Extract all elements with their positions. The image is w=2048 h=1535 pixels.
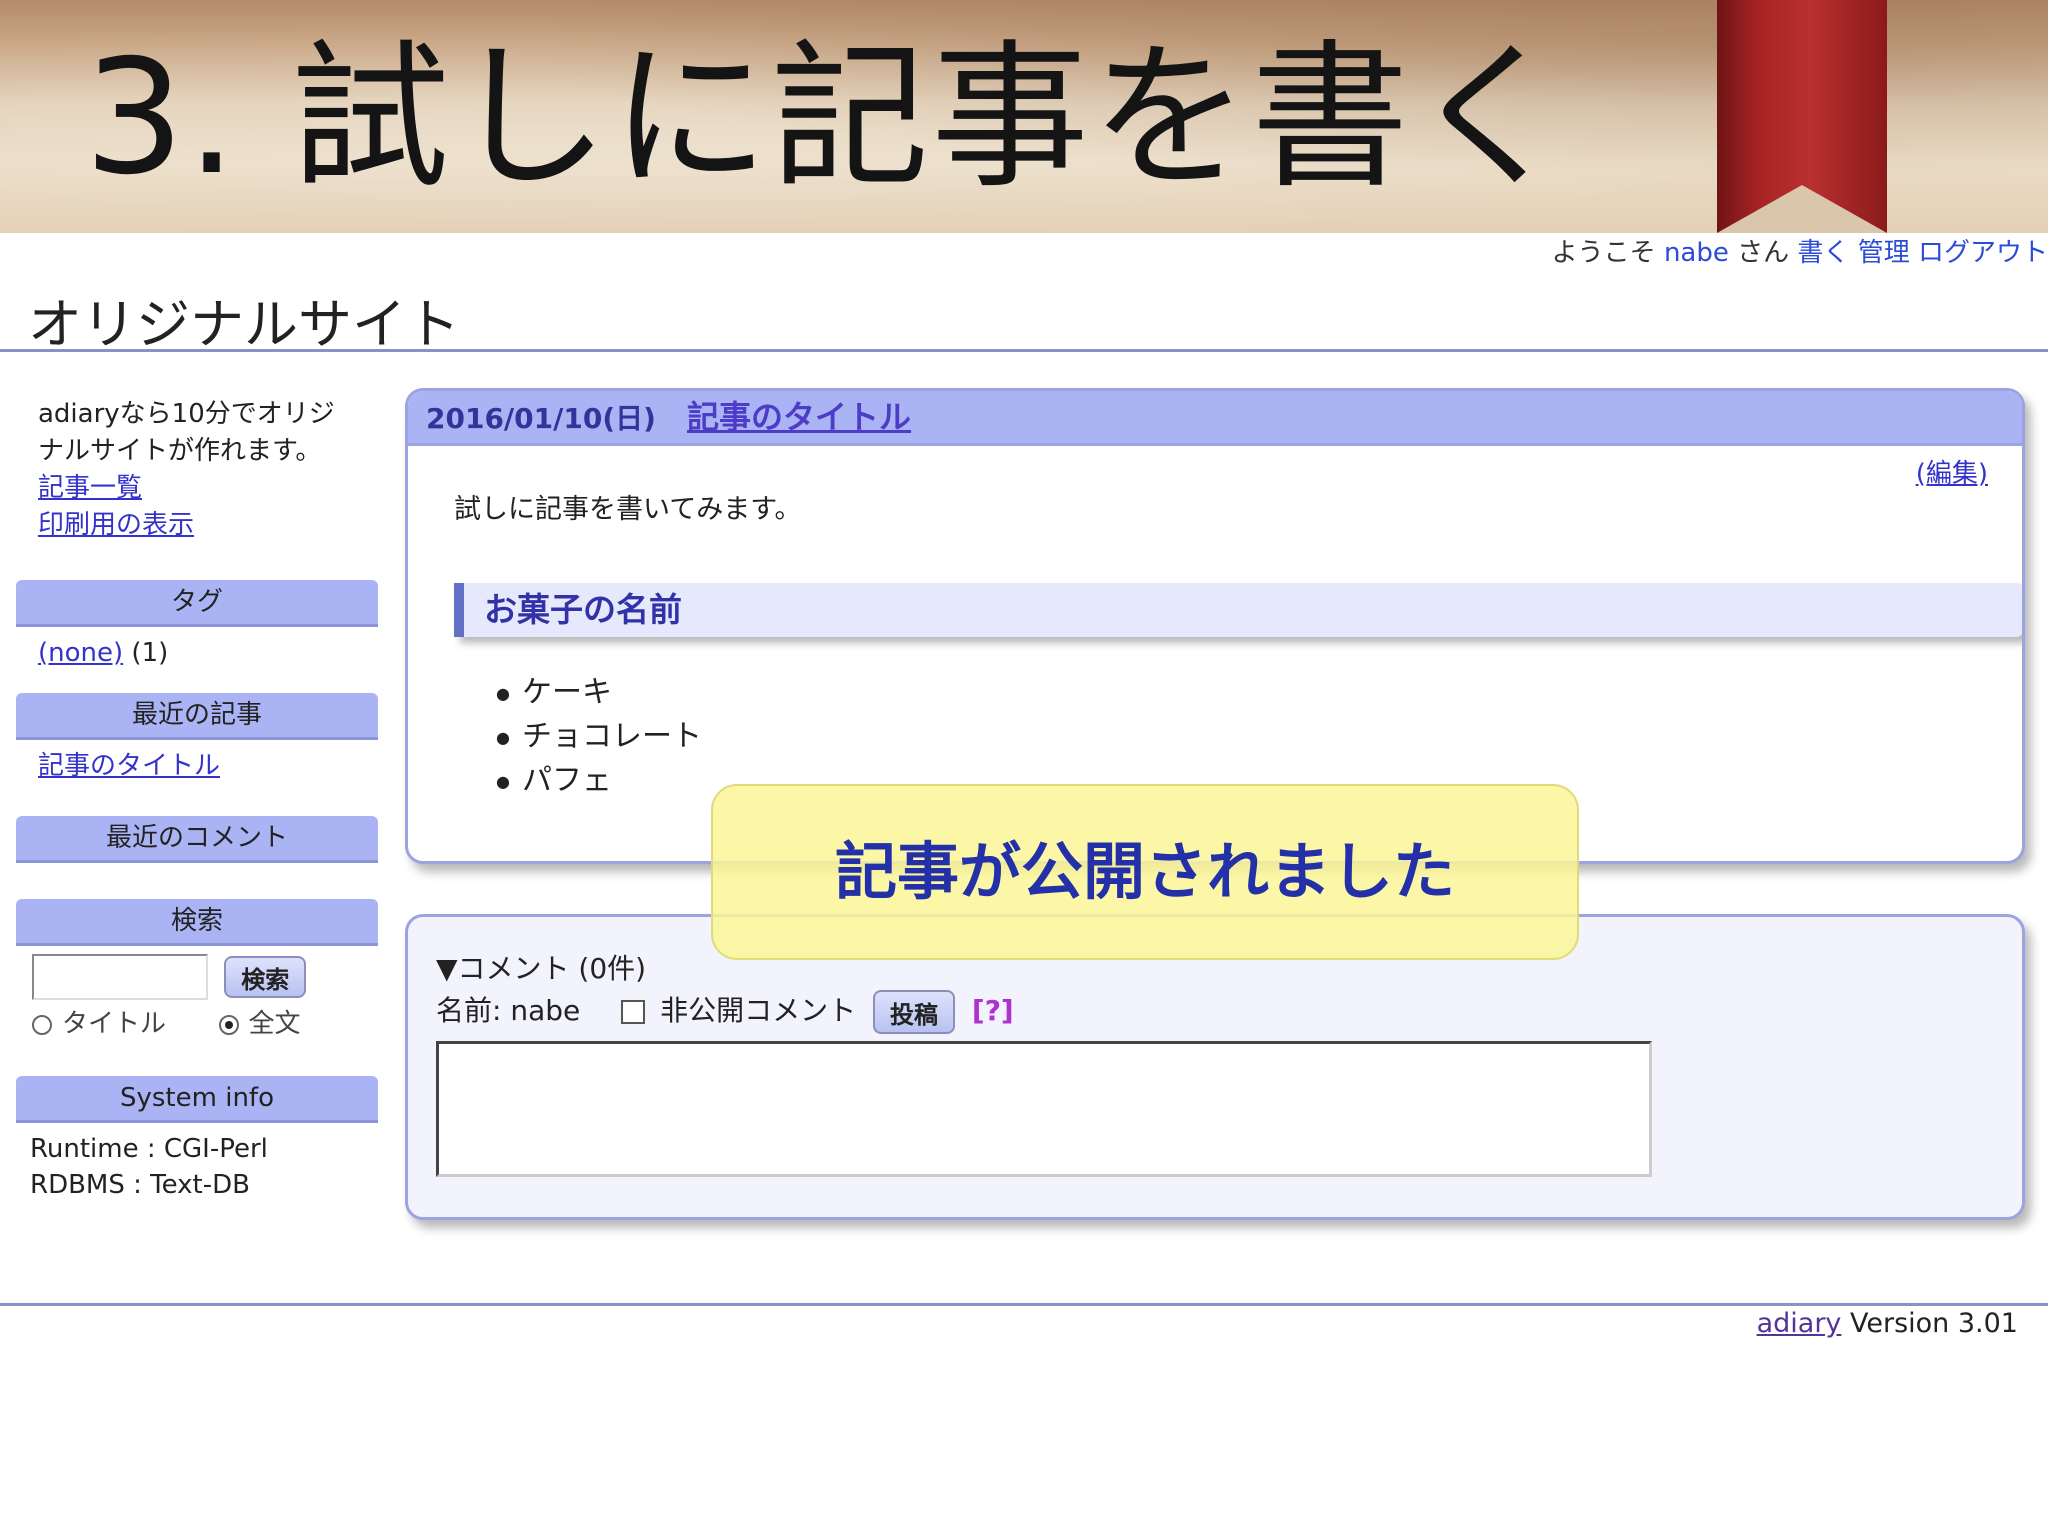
radio-full-text[interactable] <box>218 1014 239 1035</box>
edit-link[interactable]: (編集) <box>1916 453 1988 490</box>
article-list-link[interactable]: 記事一覧 <box>38 470 378 507</box>
adiary-link[interactable]: adiary <box>1757 1308 1842 1339</box>
search-input[interactable] <box>32 954 208 1000</box>
slide-title: 3. 試しに記事を書く <box>84 26 1571 210</box>
print-view-link[interactable]: 印刷用の表示 <box>38 507 378 544</box>
list-item: チョコレート <box>496 715 702 759</box>
system-info-heading: System info <box>16 1076 378 1123</box>
name-label: 名前: nabe <box>436 994 581 1027</box>
section-heading: お菓子の名前 <box>454 583 2022 637</box>
article-title-link[interactable]: 記事のタイトル <box>687 398 911 436</box>
user-link[interactable]: nabe <box>1664 238 1729 268</box>
rdbms-info: RDBMS : Text-DB <box>30 1170 250 1200</box>
recent-comments-heading: 最近のコメント <box>16 816 378 863</box>
article-date: 2016/01/10(日) <box>426 402 656 435</box>
recent-article-link[interactable]: 記事のタイトル <box>38 751 220 781</box>
version-text: Version 3.01 <box>1850 1308 2018 1339</box>
sidebar: adiaryなら10分でオリジナルサイトが作れます。 記事一覧 印刷用の表示 タ… <box>16 396 378 1203</box>
list-item: パフェ <box>496 759 702 803</box>
radio-full-text-label: 全文 <box>248 1009 301 1039</box>
radio-title-label: タイトル <box>62 1009 167 1039</box>
private-label: 非公開コメント <box>660 994 857 1027</box>
tags-body: (none) (1) <box>16 627 378 671</box>
help-link[interactable]: [?] <box>972 994 1014 1027</box>
system-info-body: Runtime : CGI-Perl RDBMS : Text-DB <box>16 1123 378 1203</box>
write-link[interactable]: 書く <box>1797 238 1849 268</box>
logout-link[interactable]: ログアウト <box>1918 238 2048 268</box>
article-header: 2016/01/10(日) 記事のタイトル <box>408 391 2022 446</box>
search-heading: 検索 <box>16 899 378 946</box>
comment-form-row: 名前: nabe 非公開コメント 投稿 [?] <box>436 989 1014 1034</box>
search-body: 検索 タイトル 全文 <box>16 946 378 1042</box>
tag-count: (1) <box>131 638 169 668</box>
list-item: ケーキ <box>496 671 702 715</box>
admin-link[interactable]: 管理 <box>1858 238 1910 268</box>
runtime-info: Runtime : CGI-Perl <box>30 1134 268 1164</box>
header-divider <box>0 349 2048 352</box>
tag-none-link[interactable]: (none) <box>38 638 123 668</box>
recent-articles-body: 記事のタイトル <box>16 740 378 784</box>
comment-textarea[interactable] <box>436 1041 1652 1177</box>
comment-heading[interactable]: ▼コメント (0件) <box>436 947 646 987</box>
search-button[interactable]: 検索 <box>224 956 307 998</box>
sweets-list: ケーキ チョコレート パフェ <box>496 671 702 803</box>
site-title[interactable]: オリジナルサイト <box>28 280 460 359</box>
tags-heading: タグ <box>16 580 378 627</box>
radio-title[interactable] <box>32 1014 52 1035</box>
article-body: 試しに記事を書いてみます。 <box>454 494 802 525</box>
intro-text: adiaryなら10分でオリジナルサイトが作れます。 <box>38 399 335 466</box>
search-options: タイトル 全文 <box>32 1006 378 1042</box>
welcome-bar: ようこそ nabe さん 書く 管理 ログアウト <box>1552 232 2048 269</box>
private-checkbox[interactable] <box>621 1000 646 1024</box>
footer-divider <box>0 1303 2048 1306</box>
footer: adiary Version 3.01 <box>1757 1308 2018 1339</box>
welcome-suffix: さん <box>1737 238 1790 268</box>
bookmark-ribbon-icon <box>1717 0 1887 233</box>
recent-articles-heading: 最近の記事 <box>16 693 378 740</box>
slide-banner: 3. 試しに記事を書く <box>0 0 2048 233</box>
post-button[interactable]: 投稿 <box>872 990 955 1034</box>
welcome-prefix: ようこそ <box>1551 238 1656 268</box>
published-toast: 記事が公開されました <box>711 784 1579 960</box>
sidebar-intro: adiaryなら10分でオリジナルサイトが作れます。 記事一覧 印刷用の表示 <box>16 396 378 544</box>
